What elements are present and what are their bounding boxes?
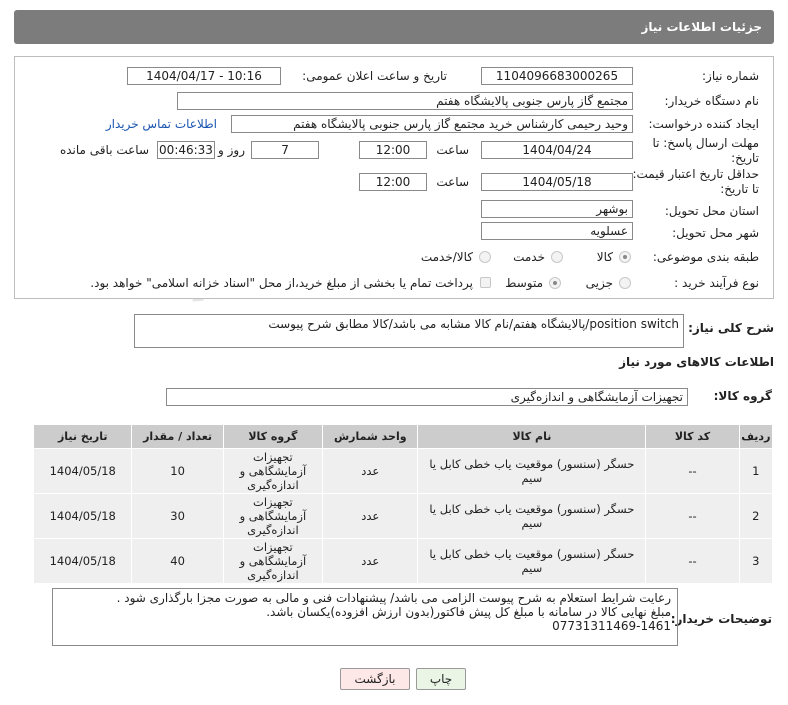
goods-group-label: گروه کالا: [713,389,772,403]
cell-name: حسگر (سنسور) موقعیت یاب خطی کابل یا سیم [417,493,647,539]
cell-unit: عدد [322,493,419,539]
category-label: طبقه بندی موضوعی: [652,250,759,264]
table-header-row: ردیف کد کالا نام کالا واحد شمارش گروه کا… [32,424,774,449]
cell-name: حسگر (سنسور) موقعیت یاب خطی کابل یا سیم [417,538,647,584]
announce-field: 1404/04/17 - 10:16 [127,67,281,85]
deadline-label-2: تاریخ: [731,151,759,165]
category-radio-goods[interactable] [619,251,631,263]
cell-row: 2 [738,493,774,539]
cell-group: تجهیزات آزمایشگاهی و اندازه‌گیری [222,538,324,584]
page-header: جزئیات اطلاعات نیاز [14,10,774,44]
deadline-time-field: 12:00 [359,141,427,159]
cell-date: 1404/05/18 [32,493,133,539]
remaining-time-field: 00:46:33 [157,141,215,159]
process-option-medium: متوسط [505,276,543,290]
cell-group: تجهیزات آزمایشگاهی و اندازه‌گیری [222,448,324,494]
city-field: عسلویه [481,222,633,240]
category-radio-service[interactable] [551,251,563,263]
cell-qty: 40 [131,538,224,584]
cell-group: تجهیزات آزمایشگاهی و اندازه‌گیری [222,493,324,539]
col-row: ردیف [738,424,774,449]
col-qty: تعداد / مقدار [131,424,224,449]
description-label: شرح کلی نیاز: [688,321,774,335]
category-option-goods: کالا [596,250,613,264]
cell-name: حسگر (سنسور) موقعیت یاب خطی کابل یا سیم [417,448,647,494]
cell-date: 1404/05/18 [32,538,133,584]
city-label: شهر محل تحویل: [672,226,759,240]
validity-date-field: 1404/05/18 [481,173,633,191]
col-name: نام کالا [417,424,647,449]
table-row: 1 -- حسگر (سنسور) موقعیت یاب خطی کابل یا… [32,448,774,494]
buyer-contact-link[interactable]: اطلاعات تماس خریدار [106,117,217,131]
table-row: 3 -- حسگر (سنسور) موقعیت یاب خطی کابل یا… [32,538,774,584]
back-button[interactable]: بازگشت [340,668,410,690]
process-option-minor: جزیی [585,276,613,290]
description-field: position switch/پالایشگاه هفتم/نام کالا … [134,314,684,348]
need-number-label: شماره نیاز: [702,69,759,83]
days-field: 7 [251,141,319,159]
creator-label: ایجاد کننده درخواست: [648,117,759,131]
cell-code: -- [645,493,740,539]
cell-unit: عدد [322,538,419,584]
need-details-panel: شماره نیاز: 1104096683000265 تاریخ و ساع… [14,56,774,299]
remaining-label: ساعت باقی مانده [59,143,149,157]
deadline-label-1: مهلت ارسال پاسخ: تا [652,136,759,150]
print-button[interactable]: چاپ [416,668,466,690]
category-radio-goods-service[interactable] [479,251,491,263]
treasury-payment-checkbox[interactable] [480,277,491,288]
goods-group-field: تجهیزات آزمایشگاهی و اندازه‌گیری [166,388,688,406]
deadline-date-field: 1404/04/24 [481,141,633,159]
buyer-notes-line-2: مبلغ نهایی کالا در سامانه با مبلغ کل پیش… [266,605,671,619]
cell-code: -- [645,448,740,494]
col-group: گروه کالا [222,424,324,449]
need-number-field: 1104096683000265 [481,67,633,85]
buyer-notes-field: رعایت شرایط استعلام به شرح پیوست الزامی … [52,588,678,646]
buyer-notes-line-1: رعایت شرایط استعلام به شرح پیوست الزامی … [116,591,671,605]
announce-label: تاریخ و ساعت اعلان عمومی: [302,69,447,83]
province-field: بوشهر [481,200,633,218]
treasury-payment-note: پرداخت تمام یا بخشی از مبلغ خرید،از محل … [90,276,473,290]
process-label: نوع فرآیند خرید : [674,276,759,290]
buyer-notes-line-3: 07731311469-1461 [552,619,671,633]
creator-field: وحید رحیمی کارشناس خرید مجتمع گاز پارس ج… [231,115,633,133]
page-title: جزئیات اطلاعات نیاز [641,20,762,34]
days-label: روز و [218,143,245,157]
validity-label-1: حداقل تاریخ اعتبار قیمت: [632,167,759,181]
cell-unit: عدد [322,448,419,494]
cell-row: 1 [738,448,774,494]
cell-qty: 30 [131,493,224,539]
col-code: کد کالا [645,424,740,449]
col-date: تاریخ نیاز [32,424,133,449]
buyer-org-field: مجتمع گاز پارس جنوبی پالایشگاه هفتم [177,92,633,110]
cell-code: -- [645,538,740,584]
goods-info-title: اطلاعات کالاهای مورد نیاز [619,355,774,369]
province-label: استان محل تحویل: [664,204,759,218]
process-radio-medium[interactable] [549,277,561,289]
buyer-notes-label: توضیحات خریدار: [670,612,772,626]
goods-table: ردیف کد کالا نام کالا واحد شمارش گروه کا… [32,424,774,584]
validity-time-field: 12:00 [359,173,427,191]
cell-date: 1404/05/18 [32,448,133,494]
category-option-goods-service: کالا/خدمت [420,250,473,264]
table-row: 2 -- حسگر (سنسور) موقعیت یاب خطی کابل یا… [32,493,774,539]
deadline-time-label: ساعت [436,143,469,157]
buyer-org-label: نام دستگاه خریدار: [664,94,760,108]
validity-label-2: تا تاریخ: [720,182,759,196]
process-radio-minor[interactable] [619,277,631,289]
col-unit: واحد شمارش [322,424,419,449]
category-option-service: خدمت [513,250,545,264]
cell-row: 3 [738,538,774,584]
validity-time-label: ساعت [436,175,469,189]
cell-qty: 10 [131,448,224,494]
